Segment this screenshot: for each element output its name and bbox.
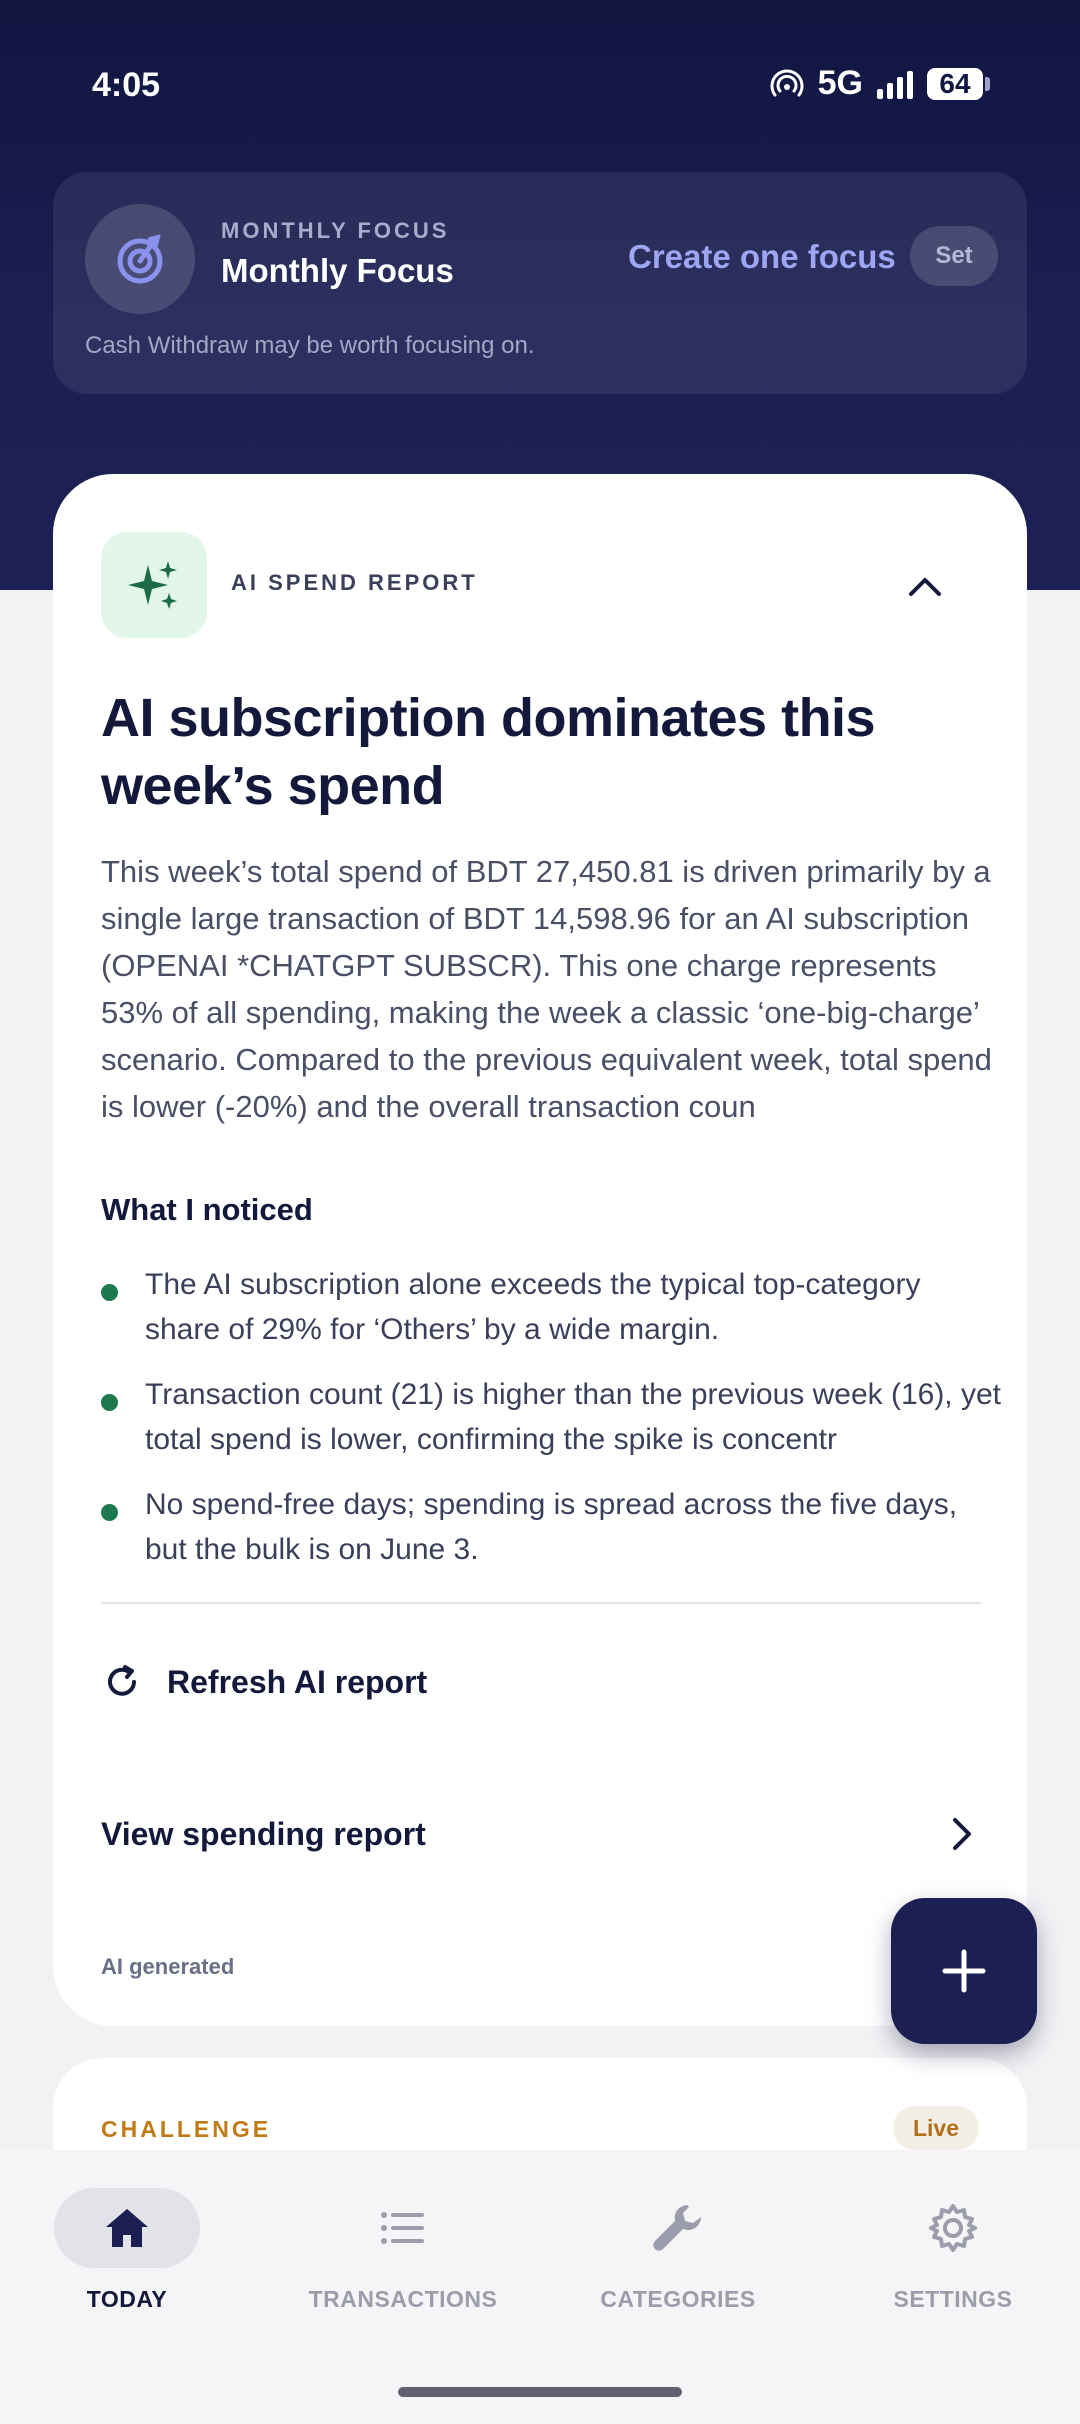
status-icons: 5G 64 xyxy=(770,64,990,103)
plus-icon xyxy=(942,1949,986,1993)
target-icon xyxy=(117,234,163,284)
noticed-text: Transaction count (21) is higher than th… xyxy=(145,1378,1001,1456)
signal-icon xyxy=(877,69,913,99)
refresh-label: Refresh AI report xyxy=(167,1663,428,1700)
noticed-heading: What I noticed xyxy=(101,1192,313,1227)
refresh-report-button[interactable]: Refresh AI report xyxy=(101,1652,427,1712)
list-item: Transaction count (21) is higher than th… xyxy=(101,1372,1001,1462)
chevron-up-icon[interactable] xyxy=(905,566,945,606)
nav-pill xyxy=(880,2188,1026,2268)
bullet-dot xyxy=(101,1284,118,1301)
live-badge: Live xyxy=(892,2106,979,2150)
report-title: AI subscription dominates this week’s sp… xyxy=(101,688,876,816)
bullet-dot xyxy=(101,1394,118,1411)
battery-icon: 64 xyxy=(927,67,990,100)
nav-label-settings: SETTINGS xyxy=(893,2286,1013,2312)
sparkle-icon xyxy=(128,561,177,609)
bullet-dot xyxy=(101,1504,118,1521)
battery-level: 64 xyxy=(927,67,983,100)
report-eyebrow: AI SPEND REPORT xyxy=(231,570,478,595)
hotspot-icon xyxy=(770,69,804,96)
list-item: No spend-free days; spending is spread a… xyxy=(101,1482,1001,1572)
home-indicator[interactable] xyxy=(398,2387,682,2397)
divider xyxy=(101,1602,981,1604)
list-icon xyxy=(381,2212,424,2244)
ai-generated-label: AI generated xyxy=(101,1954,235,1979)
nav-pill xyxy=(605,2188,751,2268)
nav-pill-active xyxy=(54,2188,200,2268)
focus-subtitle: Cash Withdraw may be worth focusing on. xyxy=(85,332,535,359)
status-time: 4:05 xyxy=(92,66,161,104)
network-type: 5G xyxy=(817,64,863,102)
nav-pill xyxy=(330,2188,476,2268)
view-spending-report-button[interactable]: View spending report xyxy=(101,1804,981,1864)
focus-eyebrow: MONTHLY FOCUS xyxy=(221,218,450,243)
noticed-text: No spend-free days; spending is spread a… xyxy=(145,1488,958,1566)
challenge-label: CHALLENGE xyxy=(101,2116,272,2142)
nav-item-categories[interactable]: CATEGORIES xyxy=(548,2188,808,2313)
ai-spend-report-card: AI SPEND REPORT AI subscription dominate… xyxy=(53,474,1027,2026)
chevron-right-icon xyxy=(953,1818,971,1850)
nav-item-today[interactable]: TODAY xyxy=(0,2188,257,2313)
focus-icon-container xyxy=(85,204,195,314)
refresh-icon xyxy=(108,1665,136,1696)
wrench-icon xyxy=(653,2205,701,2251)
nav-label-categories: CATEGORIES xyxy=(600,2286,756,2312)
noticed-list: The AI subscription alone exceeds the ty… xyxy=(101,1262,1001,1592)
view-report-label: View spending report xyxy=(101,1815,426,1852)
sparkle-icon-container xyxy=(101,532,207,638)
nav-label-today: TODAY xyxy=(86,2286,168,2312)
nav-item-settings[interactable]: SETTINGS xyxy=(823,2188,1080,2313)
list-item: The AI subscription alone exceeds the ty… xyxy=(101,1262,1001,1352)
report-body: This week’s total spend of BDT 27,450.81… xyxy=(101,854,992,1124)
focus-title: Monthly Focus xyxy=(221,252,454,289)
set-focus-button[interactable]: Set xyxy=(910,226,998,286)
add-transaction-button[interactable] xyxy=(891,1898,1037,2044)
create-focus-link[interactable]: Create one focus xyxy=(628,238,896,276)
gear-icon xyxy=(929,2204,977,2252)
bottom-navigation: TODAY TRANSACTIONS CATEGORIES SETTINGS xyxy=(0,2150,1080,2424)
noticed-text: The AI subscription alone exceeds the ty… xyxy=(145,1268,921,1346)
home-icon xyxy=(106,2209,148,2247)
nav-item-transactions[interactable]: TRANSACTIONS xyxy=(273,2188,533,2313)
monthly-focus-card[interactable]: MONTHLY FOCUS Monthly Focus Create one f… xyxy=(53,172,1027,394)
nav-label-transactions: TRANSACTIONS xyxy=(308,2286,498,2312)
status-bar: 4:05 5G 64 xyxy=(0,0,1080,170)
